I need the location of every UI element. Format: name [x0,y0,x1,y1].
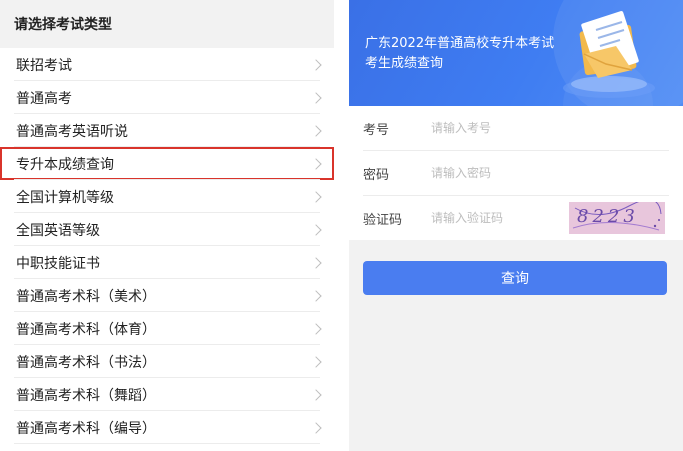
chevron-right-icon [310,58,322,71]
captcha-label: 验证码 [363,212,403,228]
list-item-label: 联招考试 [16,57,72,74]
list-item[interactable]: 普通高考英语听说 [0,114,334,147]
list-item-label: 普通高考术科（书法） [16,354,156,371]
password-row: 密码 [363,151,669,196]
chevron-right-icon [310,157,322,170]
list-item-label: 普通高考 [16,90,72,107]
list-item-label: 全国计算机等级 [16,189,114,206]
chevron-right-icon [310,322,322,335]
list-item-label: 普通高考术科（美术） [16,288,156,305]
panel-header: 请选择考试类型 [0,0,334,48]
list-item-label: 普通高考术科（舞蹈） [16,387,156,404]
chevron-right-icon [310,388,322,401]
banner: 广东2022年普通高校专升本考试 考生成绩查询 [349,0,683,106]
list-item-label: 普通高考术科（编导） [16,420,156,437]
list-item[interactable]: 普通高考术科（编导） [0,411,334,444]
banner-title: 广东2022年普通高校专升本考试 考生成绩查询 [365,34,554,74]
list-item[interactable]: 全国计算机等级 [0,180,334,213]
query-button[interactable]: 查询 [363,261,667,295]
list-item-label: 全国英语等级 [16,222,100,239]
list-item[interactable]: 普通高考术科（体育） [0,312,334,345]
chevron-right-icon [310,223,322,236]
list-item[interactable]: 普通高考术科（书法） [0,345,334,378]
login-form: 考号 密码 验证码 8223 [349,106,683,240]
exam-type-list: 联招考试 普通高考 普通高考英语听说 专升本成绩查询 全国计算机等级 全国英语等… [0,48,334,444]
list-item[interactable]: 普通高考术科（舞蹈） [0,378,334,411]
list-item-selected[interactable]: 专升本成绩查询 [0,147,334,180]
password-label: 密码 [363,167,390,183]
list-item[interactable]: 全国英语等级 [0,213,334,246]
exam-no-label: 考号 [363,122,390,138]
banner-title-line1: 广东2022年普通高校专升本考试 [365,36,555,51]
exam-no-input[interactable] [431,121,611,135]
list-item-label: 普通高考英语听说 [16,123,128,140]
list-item-label: 专升本成绩查询 [16,156,114,173]
document-illustration-icon [563,11,655,98]
list-item[interactable]: 中职技能证书 [0,246,334,279]
list-item-label: 中职技能证书 [16,255,100,272]
banner-title-line2: 考生成绩查询 [365,56,444,71]
captcha-row: 验证码 8223 [363,196,669,240]
password-input[interactable] [431,166,611,180]
chevron-right-icon [310,355,322,368]
captcha-image[interactable]: 8223 [569,202,665,234]
list-item[interactable]: 普通高考术科（美术） [0,279,334,312]
chevron-right-icon [310,124,322,137]
exam-type-panel: 请选择考试类型 联招考试 普通高考 普通高考英语听说 专升本成绩查询 全国计算机… [0,0,334,451]
chevron-right-icon [310,91,322,104]
chevron-right-icon [310,421,322,434]
chevron-right-icon [310,289,322,302]
score-query-panel: 广东2022年普通高校专升本考试 考生成绩查询 考号 密码 验证码 [349,0,683,451]
exam-no-row: 考号 [363,106,669,151]
list-item-label: 普通高考术科（体育） [16,321,156,338]
list-item[interactable]: 普通高考 [0,81,334,114]
chevron-right-icon [310,256,322,269]
captcha-text: 8223 [577,206,639,227]
list-item[interactable]: 联招考试 [0,48,334,81]
chevron-right-icon [310,190,322,203]
